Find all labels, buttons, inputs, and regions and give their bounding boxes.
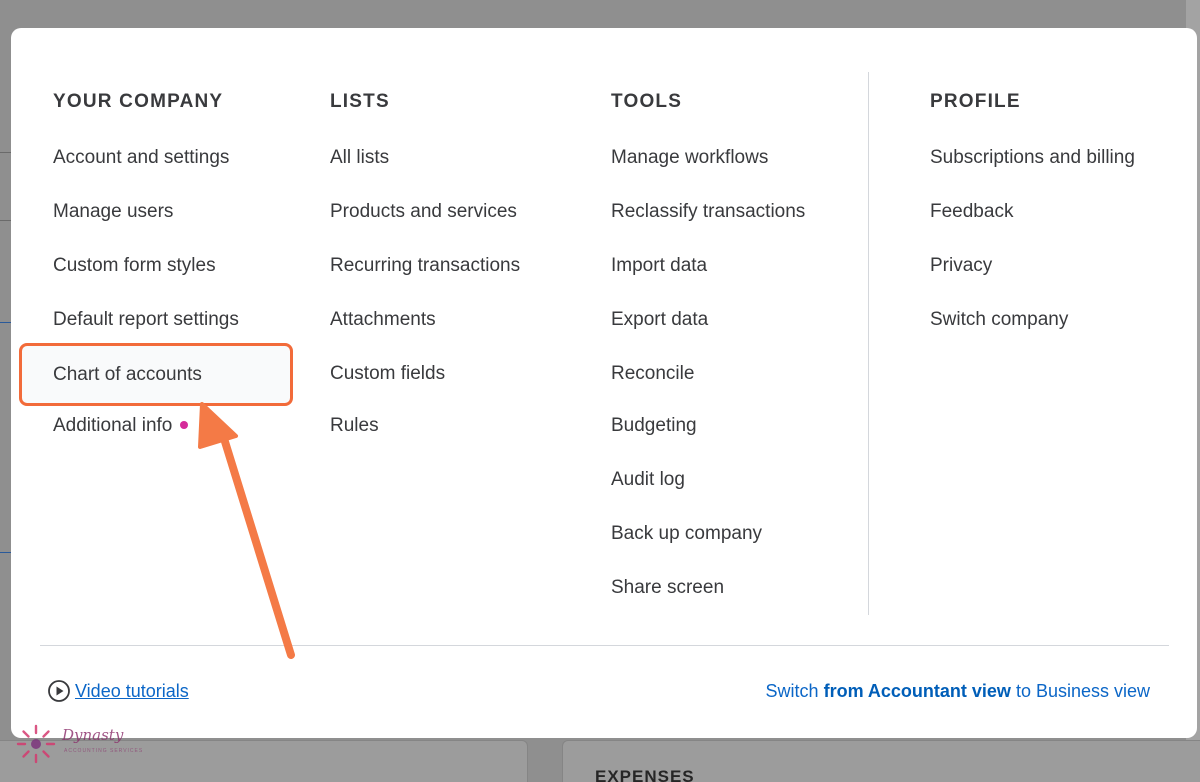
switch-view-link[interactable]: Switch from Accountant view to Business … [766, 681, 1150, 702]
switch-to-view: Business view [1035, 681, 1150, 701]
menu-item-feedback[interactable]: Feedback [930, 200, 1135, 254]
menu-item-additional-info[interactable]: Additional info [53, 414, 239, 468]
menu-item-audit-log[interactable]: Audit log [611, 468, 805, 522]
switch-from-view: from Accountant view [823, 681, 1011, 701]
menu-item-back-up-company[interactable]: Back up company [611, 522, 805, 576]
video-tutorials-label[interactable]: Video tutorials [75, 681, 189, 702]
footer-divider [40, 645, 1169, 646]
menu-item-rules[interactable]: Rules [330, 414, 520, 468]
dot-indicator-icon [180, 420, 189, 429]
background-card-title: EXPENSES [595, 767, 695, 782]
play-circle-icon [48, 680, 70, 702]
video-tutorials-link[interactable]: Video tutorials [47, 679, 189, 703]
menu-item-reconcile[interactable]: Reconcile [611, 362, 805, 414]
column-heading: YOUR COMPANY [53, 91, 224, 112]
menu-item-products-and-services[interactable]: Products and services [330, 200, 520, 254]
watermark-logo: Dynasty ACCOUNTING SERVICES [14, 722, 144, 768]
switch-mid: to [1010, 681, 1036, 701]
menu-item-chart-of-accounts[interactable]: Chart of accounts [19, 343, 293, 406]
menu-item-budgeting[interactable]: Budgeting [611, 414, 805, 468]
switch-prefix: Switch [765, 681, 824, 701]
menu-item-account-and-settings[interactable]: Account and settings [53, 146, 239, 200]
menu-item-manage-workflows[interactable]: Manage workflows [611, 146, 805, 200]
watermark-tagline: ACCOUNTING SERVICES [64, 748, 144, 754]
column-heading: TOOLS [611, 91, 683, 112]
menu-item-import-data[interactable]: Import data [611, 254, 805, 308]
menu-item-share-screen[interactable]: Share screen [611, 576, 805, 630]
menu-item-privacy[interactable]: Privacy [930, 254, 1135, 308]
column-divider [868, 72, 869, 615]
column-tools: TOOLS Manage workflows Reclassify transa… [611, 90, 805, 630]
menu-item-manage-users[interactable]: Manage users [53, 200, 239, 254]
menu-item-reclassify-transactions[interactable]: Reclassify transactions [611, 200, 805, 254]
background-card-expenses: EXPENSES [562, 740, 1200, 782]
menu-item-custom-form-styles[interactable]: Custom form styles [53, 254, 239, 308]
settings-menu-panel: YOUR COMPANY Account and settings Manage… [11, 28, 1197, 738]
menu-item-label: Chart of accounts [53, 364, 202, 385]
column-your-company: YOUR COMPANY Account and settings Manage… [53, 90, 239, 468]
watermark-brand: Dynasty [62, 726, 124, 744]
column-heading: PROFILE [930, 91, 1021, 112]
column-heading: LISTS [330, 91, 390, 112]
menu-item-switch-company[interactable]: Switch company [930, 308, 1135, 362]
menu-item-all-lists[interactable]: All lists [330, 146, 520, 200]
menu-item-export-data[interactable]: Export data [611, 308, 805, 362]
menu-item-attachments[interactable]: Attachments [330, 308, 520, 362]
sunburst-logo-icon [16, 724, 56, 764]
menu-item-label: Additional info [53, 415, 173, 436]
menu-item-subscriptions-and-billing[interactable]: Subscriptions and billing [930, 146, 1135, 200]
column-lists: LISTS All lists Products and services Re… [330, 90, 520, 468]
column-profile: PROFILE Subscriptions and billing Feedba… [930, 90, 1135, 362]
menu-item-custom-fields[interactable]: Custom fields [330, 362, 520, 414]
menu-item-recurring-transactions[interactable]: Recurring transactions [330, 254, 520, 308]
